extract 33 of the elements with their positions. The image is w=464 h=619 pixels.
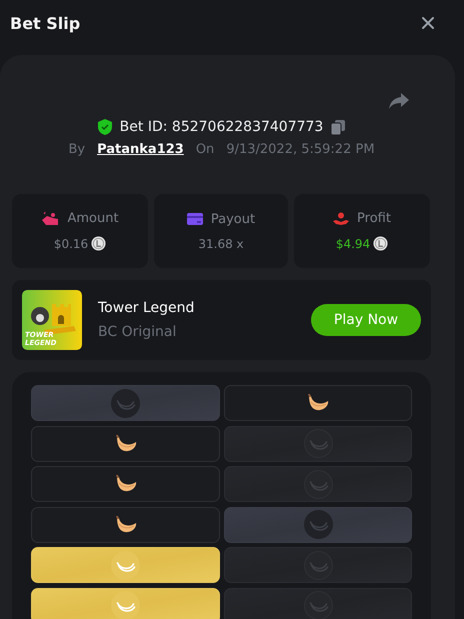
play-now-button[interactable]: Play Now <box>311 304 421 336</box>
share-icon[interactable] <box>389 93 409 109</box>
hand-person-icon <box>333 212 350 226</box>
game-subtitle: BC Original <box>98 324 178 340</box>
game-title: Tower Legend <box>98 300 196 316</box>
on-label: On <box>196 142 214 157</box>
window-title: Bet Slip <box>10 14 80 32</box>
close-icon[interactable] <box>422 17 434 29</box>
stat-label: Payout <box>210 212 256 226</box>
banana-icon <box>304 510 332 539</box>
banana-icon <box>114 475 138 493</box>
banana-icon <box>114 434 138 452</box>
coin-icon <box>373 236 388 251</box>
banana-icon <box>306 394 330 412</box>
banana-icon <box>304 550 332 580</box>
username-link[interactable]: Patanka123 <box>97 142 184 157</box>
banana-icon <box>114 516 138 534</box>
banana-icon <box>304 429 332 458</box>
banana-icon <box>111 550 140 580</box>
bet-id: Bet ID: 85270622837407773 <box>120 119 324 135</box>
copy-icon[interactable] <box>331 120 346 134</box>
bet-date: 9/13/2022, 5:59:22 PM <box>226 142 375 157</box>
banana-icon <box>304 470 332 498</box>
stat-value: $4.94 <box>336 236 370 250</box>
stat-value: $0.16 <box>54 236 88 250</box>
banana-icon <box>111 388 140 418</box>
hand-coins-icon <box>41 212 60 226</box>
by-label: By <box>68 142 86 157</box>
card-icon <box>186 213 203 225</box>
coin-icon <box>91 236 106 251</box>
stat-label: Amount <box>67 211 119 226</box>
stat-value: 31.68 x <box>198 236 244 250</box>
stat-label: Profit <box>357 211 391 226</box>
